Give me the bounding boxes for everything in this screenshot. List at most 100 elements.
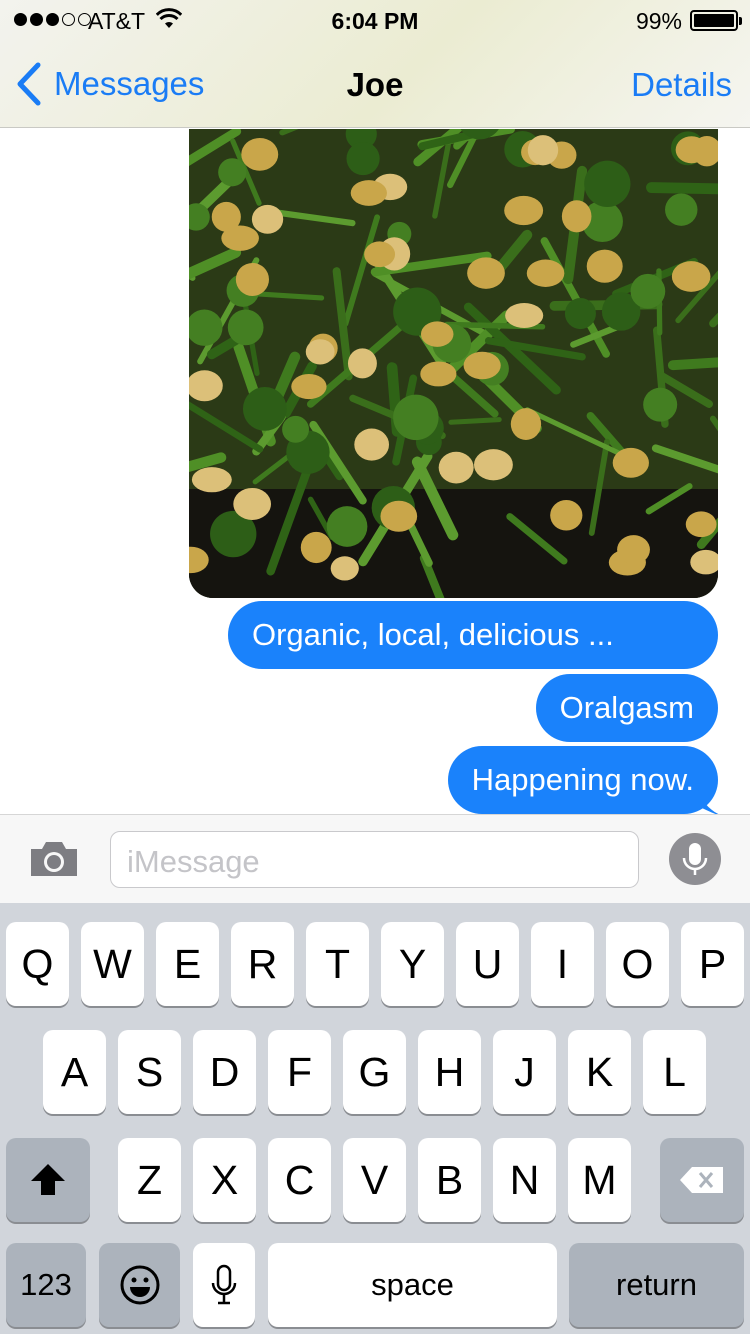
- message-input[interactable]: iMessage: [110, 831, 639, 888]
- microphone-icon[interactable]: [669, 833, 721, 885]
- key-n[interactable]: N: [493, 1138, 556, 1222]
- chickpea: [251, 204, 284, 234]
- chickpea: [354, 428, 390, 461]
- chickpea: [438, 451, 474, 484]
- key-p[interactable]: P: [681, 922, 744, 1006]
- key-j[interactable]: J: [493, 1030, 556, 1114]
- chickpea: [505, 303, 544, 328]
- battery-icon: [690, 10, 742, 31]
- chickpea: [241, 138, 279, 171]
- key-e[interactable]: E: [156, 922, 219, 1006]
- battery-percent: 99%: [635, 8, 682, 34]
- key-v[interactable]: V: [343, 1138, 406, 1222]
- chickpea: [527, 135, 559, 166]
- chickpea: [300, 531, 332, 564]
- key-y[interactable]: Y: [381, 922, 444, 1006]
- dictation-key[interactable]: [193, 1243, 255, 1327]
- key-c[interactable]: C: [268, 1138, 331, 1222]
- message-thread[interactable]: Organic, local, delicious ... Oralgasm H…: [0, 129, 750, 814]
- chickpea: [221, 225, 259, 251]
- key-a[interactable]: A: [43, 1030, 106, 1114]
- chickpea: [586, 249, 623, 283]
- numbers-key[interactable]: 123: [6, 1243, 86, 1327]
- bubble-tail: [698, 789, 719, 814]
- keyboard: 123 space return QWERTYUIOP ASDFGHJKL ZXCV…: [0, 903, 750, 1334]
- chickpea: [330, 556, 359, 581]
- camera-icon[interactable]: [28, 839, 80, 879]
- key-l[interactable]: L: [643, 1030, 706, 1114]
- chickpea: [612, 447, 649, 478]
- chickpea: [291, 373, 327, 400]
- broccoli-floret: [630, 273, 666, 309]
- broccoli-floret: [242, 386, 287, 431]
- chickpea: [350, 180, 387, 206]
- delete-icon: [680, 1167, 723, 1193]
- key-s[interactable]: S: [118, 1030, 181, 1114]
- chickpea: [550, 499, 583, 531]
- chickpea: [526, 259, 565, 287]
- shift-icon: [31, 1164, 65, 1195]
- broccolini-stem: [667, 357, 718, 371]
- message-bubble[interactable]: Organic, local, delicious ...: [228, 601, 718, 669]
- key-u[interactable]: U: [456, 922, 519, 1006]
- broccolini-stem: [448, 417, 502, 425]
- message-bubble[interactable]: Happening now.: [447, 746, 718, 814]
- space-key[interactable]: space: [268, 1243, 557, 1327]
- return-key[interactable]: return: [569, 1243, 744, 1327]
- broccolini-stem: [646, 182, 718, 195]
- broccoli-floret: [282, 415, 310, 443]
- key-r[interactable]: R: [231, 922, 294, 1006]
- broccoli-floret: [326, 506, 368, 547]
- key-x[interactable]: X: [193, 1138, 256, 1222]
- chickpea: [233, 487, 272, 520]
- chickpea: [235, 262, 270, 296]
- chickpea: [671, 261, 711, 292]
- chickpea: [364, 241, 396, 268]
- broccoli-floret: [665, 193, 698, 226]
- message-bubble[interactable]: Oralgasm: [535, 674, 718, 742]
- key-t[interactable]: T: [306, 922, 369, 1006]
- chickpea: [561, 200, 592, 233]
- chickpea: [510, 408, 542, 440]
- broccoli-floret: [227, 309, 264, 346]
- top-bar: AT&T 6:04 PM 99% Messages Joe Details: [0, 0, 750, 128]
- key-k[interactable]: K: [568, 1030, 631, 1114]
- key-m[interactable]: M: [568, 1138, 631, 1222]
- chickpea: [617, 535, 650, 565]
- chickpea: [463, 351, 501, 380]
- photo-attachment[interactable]: [189, 129, 718, 598]
- key-g[interactable]: G: [343, 1030, 406, 1114]
- shift-key[interactable]: [6, 1138, 90, 1222]
- details-button[interactable]: Details: [631, 66, 732, 104]
- key-f[interactable]: F: [268, 1030, 331, 1114]
- chickpea: [191, 467, 232, 493]
- chickpea: [305, 339, 335, 365]
- chickpea: [420, 321, 454, 347]
- delete-key[interactable]: [660, 1138, 744, 1222]
- chickpea: [685, 511, 717, 538]
- broccoli-floret: [218, 158, 247, 187]
- chickpea: [347, 348, 377, 379]
- key-q[interactable]: Q: [6, 922, 69, 1006]
- key-d[interactable]: D: [193, 1030, 256, 1114]
- key-h[interactable]: H: [418, 1030, 481, 1114]
- key-z[interactable]: Z: [118, 1138, 181, 1222]
- broccoli-floret: [584, 160, 631, 207]
- chickpea: [380, 500, 418, 532]
- emoji-key[interactable]: [99, 1243, 180, 1327]
- compose-bar: iMessage: [0, 814, 750, 903]
- key-b[interactable]: B: [418, 1138, 481, 1222]
- food-photo: [189, 129, 718, 598]
- broccoli-floret: [564, 298, 596, 330]
- navigation-bar: Messages Joe Details: [0, 40, 750, 128]
- dictation-icon: [211, 1264, 237, 1305]
- chickpea: [504, 195, 544, 226]
- key-i[interactable]: I: [531, 922, 594, 1006]
- key-w[interactable]: W: [81, 922, 144, 1006]
- broccoli-floret: [643, 387, 678, 422]
- chickpea: [467, 257, 505, 289]
- broccoli-floret: [393, 394, 439, 441]
- broccoli-floret: [346, 141, 380, 176]
- key-o[interactable]: O: [606, 922, 669, 1006]
- status-bar: AT&T 6:04 PM 99%: [0, 0, 750, 40]
